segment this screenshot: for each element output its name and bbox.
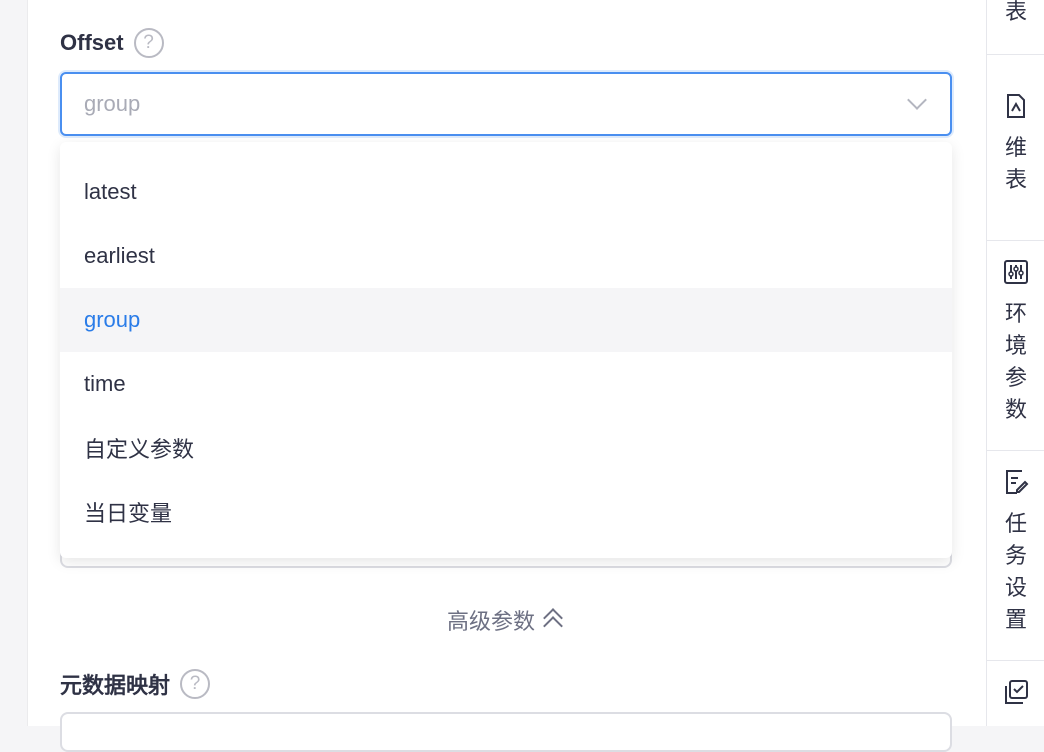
metadata-input[interactable] [60, 712, 952, 752]
offset-select-value: group [84, 91, 141, 116]
option-latest[interactable]: latest [60, 160, 952, 224]
offset-label-row: Offset ? [60, 28, 164, 58]
advanced-params-toggle[interactable]: 高级参数 [28, 604, 986, 636]
sidebar-item-dimension-table-label: 维表 [1004, 135, 1027, 192]
sidebar-item-env-params[interactable]: 环境参数 [987, 258, 1044, 426]
option-earliest[interactable]: earliest [60, 224, 952, 288]
dimension-table-icon [1007, 94, 1025, 118]
metadata-help-icon[interactable]: ? [180, 669, 211, 699]
sliders-icon [1004, 260, 1028, 284]
sidebar-divider [987, 54, 1044, 55]
sidebar-item-table[interactable]: 表 [987, 0, 1044, 28]
left-gutter [0, 0, 28, 726]
option-custom-params[interactable]: 自定义参数 [60, 416, 952, 480]
sidebar-divider [987, 240, 1044, 241]
option-group[interactable]: group [60, 288, 952, 352]
form-panel: Offset ? group latest earliest group tim… [28, 0, 986, 752]
offset-help-icon[interactable]: ? [133, 28, 164, 58]
sidebar-divider [987, 660, 1044, 661]
option-daily-variable[interactable]: 当日变量 [60, 480, 952, 544]
metadata-label: 元数据映射 [60, 673, 171, 698]
sidebar-item-dimension-table[interactable]: 维表 [987, 92, 1044, 196]
right-sidebar: 表 维表 环境参数 任务设置 [986, 0, 1044, 726]
sidebar-divider [987, 450, 1044, 451]
offset-label: Offset [60, 30, 124, 55]
offset-select[interactable]: group [60, 72, 952, 136]
chevron-down-icon[interactable] [907, 90, 927, 110]
advanced-params-label: 高级参数 [446, 609, 535, 634]
offset-dropdown: latest earliest group time 自定义参数 当日变量 [60, 142, 952, 558]
metadata-label-row: 元数据映射 ? [60, 668, 211, 700]
sidebar-item-task-settings[interactable]: 任务设置 [987, 468, 1044, 636]
option-time[interactable]: time [60, 352, 952, 416]
edit-task-icon [1006, 470, 1029, 494]
checkbox-copy-icon [1005, 680, 1028, 704]
sidebar-item-env-params-label: 环境参数 [1004, 301, 1027, 422]
double-chevron-up-icon [539, 607, 567, 636]
sidebar-item-table-label: 表 [1004, 0, 1027, 24]
sidebar-item-copy-check[interactable] [987, 678, 1044, 718]
sidebar-item-task-settings-label: 任务设置 [1004, 511, 1027, 632]
